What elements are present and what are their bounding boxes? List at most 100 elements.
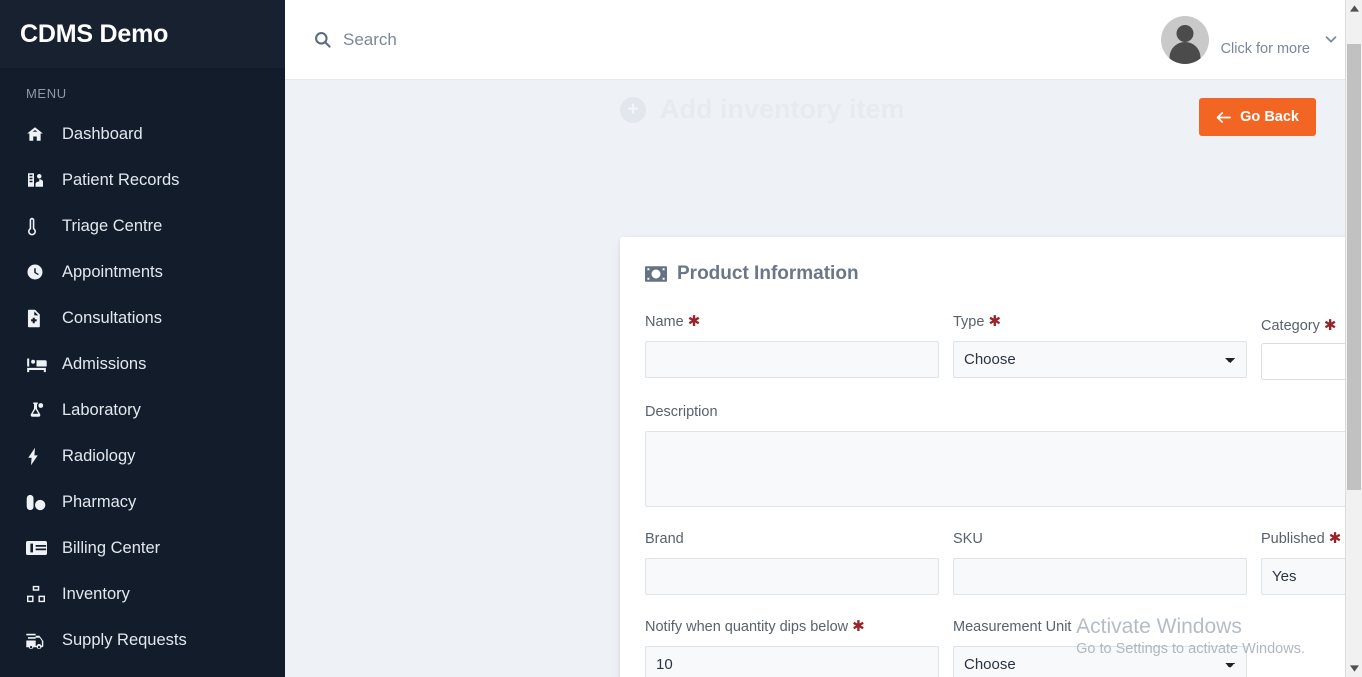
sidebar-item-billing-center[interactable]: Billing Center xyxy=(0,525,285,571)
scroll-down-arrow-icon[interactable] xyxy=(1346,660,1362,677)
patient-records-icon xyxy=(26,170,52,190)
form-row-3: Brand SKU Published ✱ Yes xyxy=(645,531,1362,595)
type-label: Type ✱ xyxy=(953,314,1247,332)
field-group-brand: Brand xyxy=(645,531,939,595)
brand-input[interactable] xyxy=(645,557,939,595)
field-group-description: Description xyxy=(645,404,1362,507)
field-group-sku: SKU xyxy=(953,531,1247,595)
field-group-name: Name ✱ xyxy=(645,314,939,380)
required-marker: ✱ xyxy=(852,617,865,635)
scrollbar-thumb[interactable] xyxy=(1347,44,1361,490)
sidebar-item-admissions[interactable]: Admissions xyxy=(0,341,285,387)
measurement-unit-label-text: Measurement Unit xyxy=(953,618,1072,635)
sidebar-item-label: Admissions xyxy=(62,354,147,373)
bolt-icon xyxy=(26,446,52,466)
search-placeholder: Search xyxy=(343,29,397,49)
page-title: + Add inventory item xyxy=(620,94,905,125)
notify-below-label: Notify when quantity dips below ✱ xyxy=(645,619,939,637)
name-label: Name ✱ xyxy=(645,314,939,332)
arrow-left-icon xyxy=(1216,111,1232,124)
measurement-unit-label: Measurement Unit xyxy=(953,619,1247,637)
sku-label-text: SKU xyxy=(953,530,983,547)
sidebar-item-patient-records[interactable]: Patient Records xyxy=(0,157,285,203)
name-label-text: Name xyxy=(645,314,684,330)
sku-input[interactable] xyxy=(953,557,1247,595)
chevron-down-icon[interactable] xyxy=(1322,30,1340,48)
description-label: Description xyxy=(645,404,1362,422)
boxes-icon xyxy=(26,584,52,604)
sidebar-item-consultations[interactable]: Consultations xyxy=(0,295,285,341)
user-menu[interactable]: Click for more xyxy=(1160,0,1340,80)
sidebar-menu-label: MENU xyxy=(26,86,67,101)
clock-icon xyxy=(26,262,52,282)
sidebar-item-label: Radiology xyxy=(62,446,136,465)
sidebar-item-radiology[interactable]: Radiology xyxy=(0,433,285,479)
sidebar-item-laboratory[interactable]: Laboratory xyxy=(0,387,285,433)
sidebar-item-label: Triage Centre xyxy=(62,216,163,235)
banknote-icon xyxy=(645,266,667,282)
sidebar-item-pharmacy[interactable]: Pharmacy xyxy=(0,479,285,525)
sidebar-item-label: Appointments xyxy=(62,262,163,281)
scroll-up-arrow-icon[interactable] xyxy=(1346,0,1362,17)
published-label-text: Published xyxy=(1261,530,1325,547)
sidebar: CDMS Demo MENU Dashboard Patient Records… xyxy=(0,0,285,677)
notify-below-label-text: Notify when quantity dips below xyxy=(645,618,849,635)
billing-card-icon xyxy=(26,538,52,558)
sidebar-item-label: Patient Records xyxy=(62,170,180,189)
sidebar-item-supply-requests[interactable]: Supply Requests xyxy=(0,617,285,663)
hospital-bed-icon xyxy=(26,354,52,374)
page-header: + Add inventory item Go Back xyxy=(285,80,1362,154)
sidebar-item-label: Inventory xyxy=(62,584,130,603)
avatar xyxy=(1160,16,1209,64)
name-input[interactable] xyxy=(645,341,939,378)
flask-icon xyxy=(26,400,52,420)
required-marker: ✱ xyxy=(687,313,701,330)
search-input[interactable]: Search xyxy=(313,30,397,50)
home-icon xyxy=(26,124,52,144)
required-marker: ✱ xyxy=(988,313,1002,330)
truck-icon xyxy=(26,630,52,650)
search-icon xyxy=(313,30,332,49)
sidebar-item-label: Pharmacy xyxy=(62,492,137,511)
sidebar-item-label: Consultations xyxy=(62,308,162,327)
sidebar-item-label: Billing Center xyxy=(62,538,161,557)
go-back-button[interactable]: Go Back xyxy=(1199,98,1316,136)
brand-label-text: Brand xyxy=(645,530,684,547)
notify-below-input[interactable] xyxy=(645,645,939,677)
product-information-card: Product Information Name ✱ Type ✱ Choose… xyxy=(620,237,1362,677)
main-area: Search Click for more + Add inventory it… xyxy=(285,0,1362,677)
sku-label: SKU xyxy=(953,531,1247,549)
page-title-text: Add inventory item xyxy=(660,94,905,124)
page-scrollbar[interactable] xyxy=(1345,0,1362,677)
sidebar-item-label: Supply Requests xyxy=(62,630,187,649)
pills-icon xyxy=(26,492,52,512)
sidebar-item-dashboard[interactable]: Dashboard xyxy=(0,111,285,157)
type-label-text: Type xyxy=(953,314,985,330)
field-group-notify-below: Notify when quantity dips below ✱ xyxy=(645,619,939,677)
user-menu-caption: Click for more xyxy=(1220,41,1310,57)
sidebar-brand[interactable]: CDMS Demo xyxy=(0,0,285,68)
form-row-1: Name ✱ Type ✱ Choose Category ✱ xyxy=(645,314,1362,380)
sidebar-item-triage-centre[interactable]: Triage Centre xyxy=(0,203,285,249)
file-medical-icon xyxy=(26,308,52,328)
content-area: + Add inventory item Go Back Product Inf… xyxy=(285,80,1362,677)
field-group-measurement-unit: Measurement Unit Choose xyxy=(953,619,1247,677)
measurement-unit-select[interactable]: Choose xyxy=(953,645,1247,677)
card-title: Product Information xyxy=(645,263,1362,285)
sidebar-item-label: Laboratory xyxy=(62,400,141,419)
card-title-text: Product Information xyxy=(677,263,859,284)
form-row-4: Notify when quantity dips below ✱ Measur… xyxy=(645,619,1362,677)
plus-circle-icon: + xyxy=(620,96,646,123)
topbar: Search Click for more xyxy=(285,0,1362,80)
sidebar-item-appointments[interactable]: Appointments xyxy=(0,249,285,295)
field-group-type: Type ✱ Choose xyxy=(953,314,1247,380)
sidebar-item-inventory[interactable]: Inventory xyxy=(0,571,285,617)
brand-title: CDMS Demo xyxy=(20,19,169,48)
required-marker: ✱ xyxy=(1323,316,1337,334)
brand-label: Brand xyxy=(645,531,939,549)
type-select[interactable]: Choose xyxy=(953,341,1247,378)
sidebar-item-label: Dashboard xyxy=(62,124,143,143)
description-textarea[interactable] xyxy=(645,430,1362,507)
required-marker: ✱ xyxy=(1328,529,1342,547)
description-label-text: Description xyxy=(645,403,718,420)
